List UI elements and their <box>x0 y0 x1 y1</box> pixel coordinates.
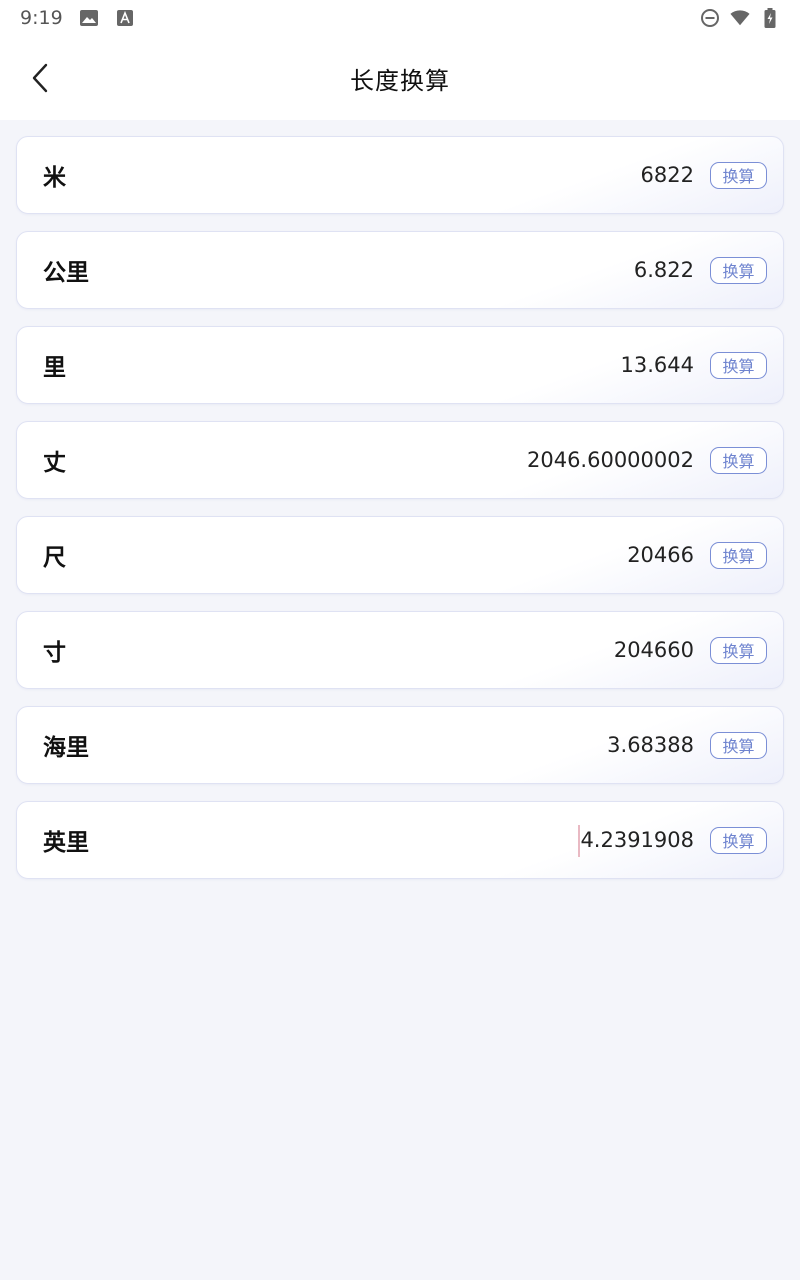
unit-label: 寸 <box>43 640 66 666</box>
unit-label: 公里 <box>43 260 89 286</box>
status-time: 9:19 <box>20 7 63 29</box>
header-bar: 长度换算 <box>0 36 800 120</box>
unit-label: 米 <box>43 165 66 191</box>
unit-value-input[interactable]: 204660 <box>614 638 694 662</box>
unit-row-li: 里 13.644 换算 <box>16 326 784 404</box>
unit-row-chi: 尺 20466 换算 <box>16 516 784 594</box>
image-notification-icon <box>79 8 99 28</box>
page-title: 长度换算 <box>350 66 450 95</box>
wifi-icon <box>730 8 750 28</box>
unit-value-input[interactable]: 2046.60000002 <box>527 448 694 472</box>
status-bar: 9:19 <box>0 0 800 36</box>
convert-button[interactable]: 换算 <box>710 731 767 759</box>
back-button[interactable] <box>22 60 58 96</box>
unit-label: 丈 <box>43 450 66 476</box>
unit-row-mile: 英里 4.2391908 换算 <box>16 801 784 879</box>
unit-value-input[interactable]: 3.68388 <box>607 733 694 757</box>
convert-button[interactable]: 换算 <box>710 446 767 474</box>
convert-button[interactable]: 换算 <box>710 161 767 189</box>
unit-value-input[interactable]: 6.822 <box>634 258 694 282</box>
do-not-disturb-icon <box>700 8 720 28</box>
unit-label: 尺 <box>43 545 66 571</box>
convert-button[interactable]: 换算 <box>710 636 767 664</box>
text-notification-icon <box>115 8 135 28</box>
battery-charging-icon <box>760 8 780 28</box>
unit-value-input[interactable]: 4.2391908 <box>578 825 694 857</box>
unit-value-input[interactable]: 20466 <box>627 543 694 567</box>
convert-button[interactable]: 换算 <box>710 256 767 284</box>
conversion-list: 米 6822 换算 公里 6.822 换算 里 13.644 换算 丈 2046… <box>16 136 784 896</box>
unit-value-input[interactable]: 13.644 <box>621 353 694 377</box>
convert-button[interactable]: 换算 <box>710 826 767 854</box>
unit-row-kilometer: 公里 6.822 换算 <box>16 231 784 309</box>
unit-label: 里 <box>43 355 66 381</box>
convert-button[interactable]: 换算 <box>710 541 767 569</box>
unit-row-nautical-mile: 海里 3.68388 换算 <box>16 706 784 784</box>
unit-row-meter: 米 6822 换算 <box>16 136 784 214</box>
unit-value-input[interactable]: 6822 <box>641 163 694 187</box>
unit-row-zhang: 丈 2046.60000002 换算 <box>16 421 784 499</box>
unit-label: 英里 <box>43 830 89 856</box>
unit-row-cun: 寸 204660 换算 <box>16 611 784 689</box>
unit-label: 海里 <box>43 735 89 761</box>
convert-button[interactable]: 换算 <box>710 351 767 379</box>
chevron-left-icon <box>32 63 48 93</box>
